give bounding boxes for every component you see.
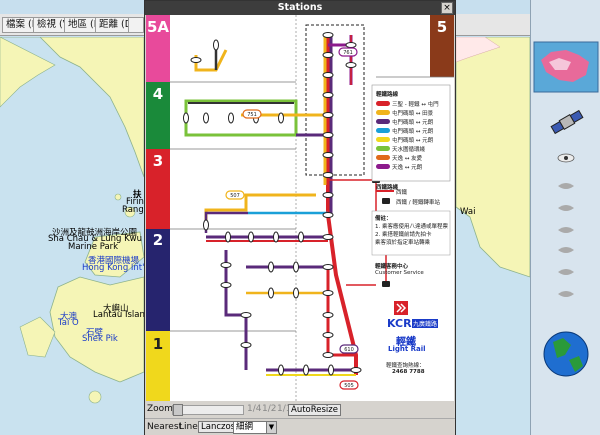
filter-select[interactable]: 細網 ▼ — [233, 421, 277, 434]
auto-resize-button[interactable]: AutoResize — [288, 404, 341, 416]
wai-label: Wai — [460, 207, 476, 217]
svg-text:761: 761 — [343, 50, 353, 56]
hotline-label: 輕鐵查詢熱線： — [386, 363, 425, 369]
window-title: Stations — [145, 1, 455, 15]
note-1: 1. 乘客應使用八達通或單程票 — [375, 224, 448, 230]
close-icon[interactable]: × — [441, 2, 453, 14]
svg-text:610: 610 — [344, 347, 354, 353]
svg-text:505: 505 — [344, 383, 354, 389]
zone-2-label: 2 — [152, 231, 164, 249]
route-615-label: 屯門碼頭 ↔ 元朗 — [392, 138, 434, 144]
kcr-logo-text: KCR — [387, 317, 412, 330]
service-centre-subtitle: Customer Service — [375, 270, 424, 276]
zoom-controls: Zoom: 1/4 1/2 1/1 AutoResize — [145, 402, 455, 417]
notes-title: 備註： — [375, 216, 392, 222]
zone-4-label: 4 — [152, 85, 164, 103]
svg-text:507: 507 — [230, 193, 240, 199]
route-legend-title: 輕鐵路線 — [376, 92, 399, 98]
hotline-number: 2468 7788 — [392, 369, 425, 375]
search-field[interactable] — [128, 17, 144, 33]
zone-5-label: 5 — [436, 18, 448, 36]
route-751-label: 天逸 ↔ 友愛 — [392, 156, 423, 162]
filter-nearest[interactable]: Nearest — [147, 422, 182, 432]
note-3: 乘客須於指定車站轉乘 — [375, 240, 431, 246]
chevron-down-icon[interactable]: ▼ — [266, 422, 276, 433]
zone-3-label: 3 — [152, 152, 164, 170]
filter-select-value: 細網 — [236, 422, 254, 432]
note-2: 2. 乘搭輕鐵前請先拍卡 — [375, 232, 432, 238]
west-rail-line-label: 西鐵 — [396, 190, 408, 196]
zoom-slider-thumb[interactable] — [173, 404, 183, 416]
route-507-label: 屯門碼頭 ↔ 田景 — [392, 111, 434, 117]
west-rail-title: 西鐵路綫 — [376, 185, 399, 191]
kcr-chinese-name: 九廣鐵路 — [412, 319, 439, 328]
route-761-label: 天逸 ↔ 元朗 — [392, 165, 423, 171]
light-rail-map[interactable]: 507 751 761 610 505 5A 4 3 2 1 5 輕鐵路線 三聖… — [146, 15, 454, 401]
side-tools-drawing — [533, 41, 599, 377]
filter-controls: Nearest Linear Lanczos 細網 ▼ — [145, 418, 455, 435]
west-rail-interchange-label: 西鐵 / 輕鐵轉車站 — [396, 200, 440, 206]
light-rail-english: Light Rail — [388, 345, 426, 353]
route-610-label: 屯門碼頭 ↔ 元朗 — [392, 120, 434, 126]
lantau-label-en: Lantau Island — [93, 310, 151, 320]
zoom-tick-half: 1/2 — [262, 404, 277, 414]
side-tools-panel — [530, 0, 600, 435]
service-centre-title: 輕鐵客務中心 — [375, 264, 409, 270]
zone-1-label: 1 — [152, 335, 164, 353]
zone-5a-label: 5A — [146, 18, 170, 36]
route-614-label: 屯門碼頭 ↔ 元朗 — [392, 129, 434, 135]
zoom-tick-quarter: 1/4 — [247, 404, 262, 414]
stations-window: Stations × 507 751 761 610 505 5A 4 3 2 … — [144, 0, 456, 435]
svg-text:751: 751 — [247, 112, 257, 118]
route-705-label: 天水圍循環綫 — [392, 147, 426, 153]
route-505-label: 三聖 - 輕鐵 ↔ 屯門 — [392, 102, 439, 108]
tai-o-label-en: Tai O — [58, 318, 79, 328]
marine-park-label-en2: Marine Park — [68, 242, 119, 252]
shek-pik-label-en: Shek Pik — [82, 334, 118, 344]
